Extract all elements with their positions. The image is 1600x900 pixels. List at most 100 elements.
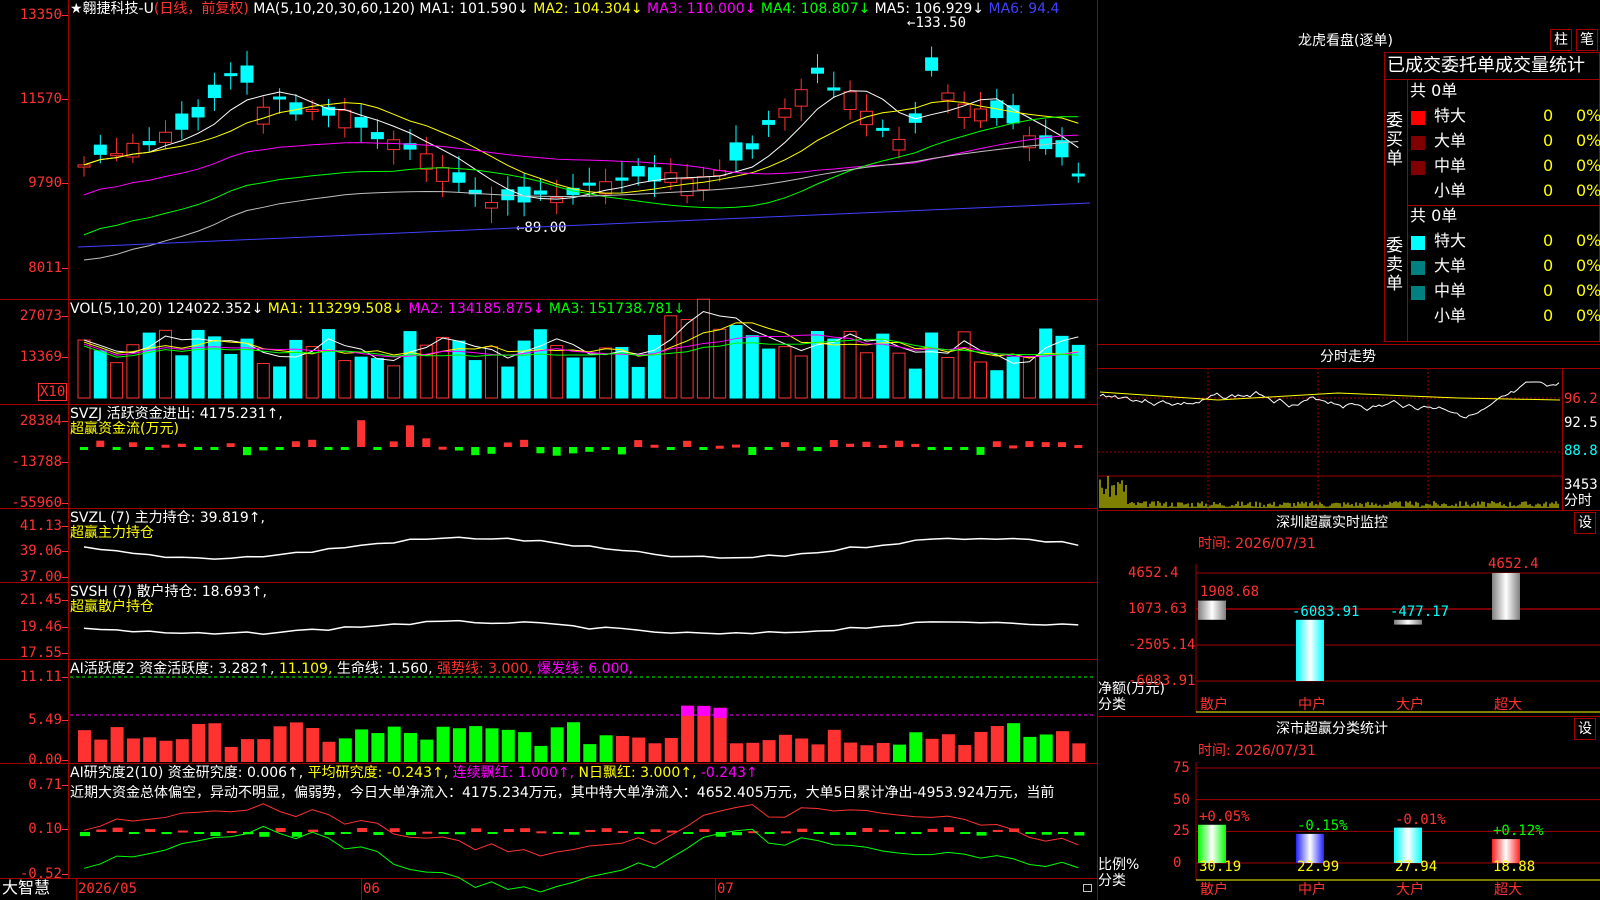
ai2-bar	[159, 740, 173, 762]
volume-bar	[582, 357, 596, 399]
svzj-bar	[715, 445, 724, 449]
ai2-bar	[110, 727, 124, 762]
ai3-bar	[96, 829, 107, 832]
ai3-bar	[357, 827, 368, 832]
ai3-bar	[308, 829, 319, 832]
ai2-bar	[550, 727, 564, 762]
volume-bar	[664, 315, 678, 399]
volume-bar	[599, 347, 613, 399]
svzl-line	[83, 536, 1079, 560]
chart-area[interactable]: 13350 11570 9790 8011 27073 13369 28384 -13788-…	[0, 0, 1098, 900]
ai3-bar	[161, 832, 172, 835]
ai2-bar	[632, 737, 646, 762]
svzj-bar	[226, 443, 235, 447]
ai3-bar	[389, 828, 400, 832]
ai3-bar	[634, 832, 645, 834]
ai3-bar	[454, 832, 465, 835]
volume-bar	[256, 363, 270, 399]
ma4-line	[83, 116, 1079, 236]
ai2-bar-peak	[681, 705, 695, 716]
ai3-bar	[878, 829, 889, 832]
ai3-bar	[732, 832, 742, 836]
volume-bar	[908, 368, 922, 399]
svzj-bar	[569, 447, 577, 454]
sz-ytick: -2505.14	[1128, 637, 1196, 653]
ss-bar	[1198, 824, 1226, 863]
ai3-bar	[813, 832, 824, 834]
volume-bar	[224, 353, 238, 399]
svzj-bar	[194, 447, 203, 450]
sz-ytick: 4652.4	[1128, 565, 1179, 581]
ai2-bar	[1023, 736, 1037, 762]
ai3-bar	[259, 832, 270, 837]
ma6-line	[77, 202, 1091, 248]
ss-category: 大户	[1396, 882, 1424, 898]
ai3-bar	[976, 832, 987, 836]
ai2-bar	[404, 732, 417, 762]
candle-body	[925, 57, 939, 71]
ai2-bar	[583, 744, 597, 762]
candle-body	[582, 182, 596, 186]
candle-body	[843, 91, 857, 111]
volume-bar	[1071, 344, 1085, 399]
sz-value-label: 1908.68	[1200, 583, 1260, 600]
volume-bar	[957, 331, 971, 399]
volume-bar	[273, 366, 287, 399]
ai3-bar	[585, 829, 596, 832]
ai3-bar	[340, 832, 351, 834]
svzj-bar	[80, 447, 88, 450]
ai3-bar	[128, 832, 139, 834]
svzj-bar	[389, 441, 398, 447]
volume-bar	[1039, 328, 1053, 399]
ai3-bar	[699, 829, 710, 832]
ss-value-label: 18.88	[1493, 859, 1536, 875]
ss-category: 散户	[1200, 882, 1228, 898]
candle-body	[974, 108, 987, 122]
volume-bar	[403, 331, 417, 399]
ai3-bar	[406, 832, 416, 836]
volume-bar	[892, 352, 906, 399]
ai3-bar	[226, 830, 237, 833]
volume-bar	[827, 338, 841, 399]
svzj-bar	[617, 447, 626, 455]
sz-ytick: -6083.91	[1128, 673, 1196, 689]
svzj-bar	[520, 439, 529, 447]
volume-bar	[990, 370, 1004, 399]
svzj-bar	[585, 447, 594, 452]
svzj-bar	[308, 439, 317, 447]
sz-category: 中户	[1298, 697, 1326, 713]
svzj-bar	[764, 447, 773, 450]
volume-bar	[501, 366, 515, 399]
svzj-bar	[161, 444, 170, 448]
svzj-bar	[650, 444, 659, 448]
candle-body	[387, 139, 401, 151]
ai2-bar	[1039, 734, 1053, 762]
svzj-bar	[128, 442, 137, 447]
volume-bar	[648, 334, 661, 399]
ma5-line	[83, 141, 1079, 261]
volume-bar	[843, 330, 857, 399]
ai2-bar	[990, 725, 1004, 762]
svzj-bar	[1058, 442, 1066, 447]
ai3-bar	[194, 832, 205, 834]
ai2-bar	[241, 739, 254, 762]
ss-change-label: -0.15%	[1297, 817, 1348, 834]
candle-body	[452, 172, 466, 183]
ai3-bar	[1074, 832, 1085, 836]
ai3-bar	[520, 828, 531, 832]
svzj-bar	[503, 442, 512, 447]
candle-body	[778, 108, 792, 118]
ai2-bar	[501, 729, 515, 762]
ai2-bar	[1056, 731, 1069, 762]
ai2-bar	[974, 731, 988, 762]
candle-body	[533, 190, 547, 195]
svzj-bar	[862, 441, 871, 447]
ai3-bar	[145, 828, 156, 832]
candle-body	[664, 172, 678, 183]
svzj-bar	[748, 447, 757, 455]
ai3-bar	[324, 832, 335, 835]
ai3-bar	[112, 827, 123, 832]
candle-body	[207, 84, 221, 99]
candle-body	[859, 110, 873, 126]
volume-bar	[207, 336, 221, 399]
